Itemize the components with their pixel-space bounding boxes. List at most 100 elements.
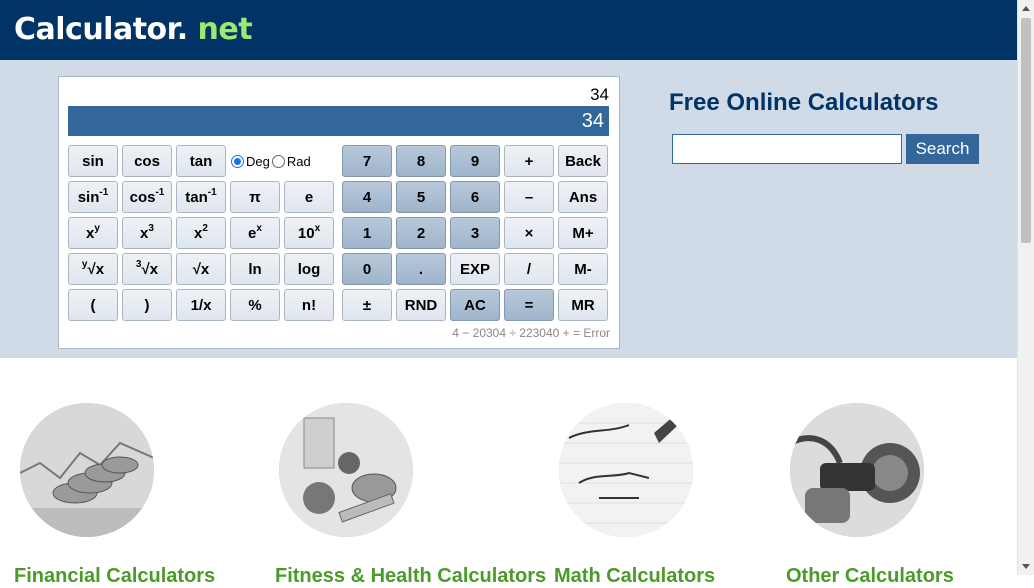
factorial-button[interactable]: n! — [284, 289, 334, 321]
digit-8-button[interactable]: 8 — [396, 145, 446, 177]
fitness-calculators-link[interactable]: Fitness & Health Calculators — [275, 565, 546, 588]
random-button[interactable]: RND — [396, 289, 446, 321]
minus-button[interactable]: – — [504, 181, 554, 213]
digit-1-button[interactable]: 1 — [342, 217, 392, 249]
back-button[interactable]: Back — [558, 145, 608, 177]
key-superscript: -1 — [207, 186, 217, 198]
exp-button[interactable]: EXP — [450, 253, 500, 285]
digit-4-button[interactable]: 4 — [342, 181, 392, 213]
math-category-image[interactable] — [559, 403, 693, 537]
left-paren-button[interactable]: ( — [68, 289, 118, 321]
square-root-button[interactable]: √x — [176, 253, 226, 285]
deg-option[interactable]: Deg — [231, 154, 270, 169]
key-label: sin — [77, 188, 100, 206]
key-label: x — [86, 224, 95, 242]
plus-button[interactable]: + — [504, 145, 554, 177]
search-input[interactable] — [672, 134, 902, 164]
percent-button[interactable]: % — [230, 289, 280, 321]
key-label: M+ — [572, 224, 594, 242]
memory-add-button[interactable]: M+ — [558, 217, 608, 249]
key-label: – — [524, 188, 534, 206]
key-superscript: 2 — [202, 222, 208, 234]
log-button[interactable]: log — [284, 253, 334, 285]
key-label: x — [140, 224, 149, 242]
key-label: cos — [134, 152, 160, 170]
power-xy-button[interactable]: xy — [68, 217, 118, 249]
search-button[interactable]: Search — [906, 134, 979, 164]
ln-button[interactable]: ln — [230, 253, 280, 285]
rad-radio[interactable] — [271, 154, 285, 168]
financial-calculators-link[interactable]: Financial Calculators — [14, 565, 215, 588]
logo-text: Calculator — [14, 12, 177, 47]
square-button[interactable]: x2 — [176, 217, 226, 249]
multiply-button[interactable]: × — [504, 217, 554, 249]
digit-3-button[interactable]: 3 — [450, 217, 500, 249]
cos-button[interactable]: cos — [122, 145, 172, 177]
other-category-image[interactable] — [790, 403, 924, 537]
digit-7-button[interactable]: 7 — [342, 145, 392, 177]
reciprocal-button[interactable]: 1/x — [176, 289, 226, 321]
key-label: = — [524, 296, 534, 314]
deg-label: Deg — [246, 153, 270, 169]
pi-button[interactable]: π — [230, 181, 280, 213]
math-calculators-link[interactable]: Math Calculators — [554, 565, 715, 588]
page-scrollbar[interactable] — [1017, 0, 1034, 575]
cube-root-button[interactable]: 3 √x — [122, 253, 172, 285]
key-label: 5 — [416, 188, 426, 206]
divide-button[interactable]: / — [504, 253, 554, 285]
key-label: √x — [141, 260, 159, 278]
key-label: x — [194, 224, 203, 242]
key-label: e — [304, 188, 314, 206]
cube-button[interactable]: x3 — [122, 217, 172, 249]
arcsin-button[interactable]: sin -1 — [68, 181, 118, 213]
sin-button[interactable]: sin — [68, 145, 118, 177]
fitness-category-image[interactable] — [279, 403, 413, 537]
digit-9-button[interactable]: 9 — [450, 145, 500, 177]
financial-category-image[interactable] — [20, 403, 154, 537]
angle-mode-selector: Deg Rad — [231, 145, 323, 177]
key-label: 6 — [470, 188, 480, 206]
key-superscript: -1 — [155, 186, 165, 198]
ans-button[interactable]: Ans — [558, 181, 608, 213]
key-label: Back — [565, 152, 601, 170]
yth-root-button[interactable]: y √x — [68, 253, 118, 285]
key-prefix: y — [81, 258, 88, 270]
deg-radio[interactable] — [231, 154, 244, 168]
site-logo[interactable]: Calculator. net — [14, 12, 253, 47]
key-label: × — [524, 224, 534, 242]
memory-subtract-button[interactable]: M- — [558, 253, 608, 285]
key-label: 1 — [362, 224, 372, 242]
decimal-button[interactable]: . — [396, 253, 446, 285]
key-superscript: -1 — [99, 186, 109, 198]
tan-button[interactable]: tan — [176, 145, 226, 177]
calculator-display: 34 — [68, 106, 609, 136]
digit-0-button[interactable]: 0 — [342, 253, 392, 285]
rad-option[interactable]: Rad — [271, 153, 311, 169]
key-label: √x — [87, 260, 105, 278]
all-clear-button[interactable]: AC — [450, 289, 500, 321]
free-calculators-heading: Free Online Calculators — [669, 89, 939, 116]
digit-6-button[interactable]: 6 — [450, 181, 500, 213]
key-label: tan — [189, 152, 213, 170]
scroll-down-arrow-icon[interactable] — [1022, 564, 1030, 569]
exp-e-button[interactable]: ex — [230, 217, 280, 249]
arctan-button[interactable]: tan -1 — [176, 181, 226, 213]
equals-button[interactable]: = — [504, 289, 554, 321]
key-label: 9 — [470, 152, 480, 170]
ten-power-button[interactable]: 10 x — [284, 217, 334, 249]
e-constant-button[interactable]: e — [284, 181, 334, 213]
plus-minus-button[interactable]: ± — [342, 289, 392, 321]
other-calculators-link[interactable]: Other Calculators — [786, 565, 954, 588]
calculator-previous-value: 34 — [590, 85, 609, 104]
digit-2-button[interactable]: 2 — [396, 217, 446, 249]
scroll-up-arrow-icon[interactable] — [1022, 6, 1030, 11]
rad-label: Rad — [286, 153, 311, 169]
right-paren-button[interactable]: ) — [122, 289, 172, 321]
key-label: EXP — [459, 260, 490, 278]
key-label: log — [297, 260, 321, 278]
scroll-thumb[interactable] — [1021, 18, 1031, 243]
memory-recall-button[interactable]: MR — [558, 289, 608, 321]
arccos-button[interactable]: cos -1 — [122, 181, 172, 213]
key-label: 4 — [362, 188, 372, 206]
digit-5-button[interactable]: 5 — [396, 181, 446, 213]
